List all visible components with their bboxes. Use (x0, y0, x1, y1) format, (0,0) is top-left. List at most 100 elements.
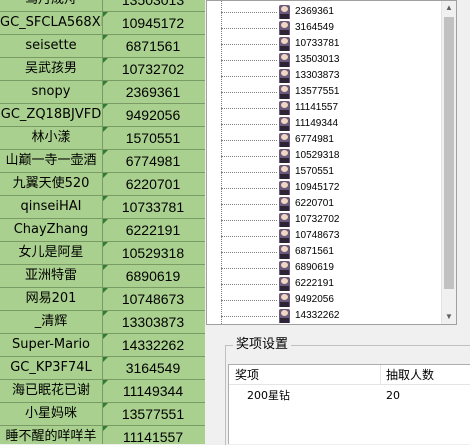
sheet-row[interactable]: 九翼天使520 6220701 (0, 173, 205, 196)
cell-user-id[interactable]: 10945172 (103, 12, 203, 34)
list-item[interactable]: 6871561 (207, 244, 442, 260)
cell-user-id[interactable]: 9492056 (103, 104, 203, 126)
cell-username[interactable]: seisette (0, 35, 103, 57)
list-item[interactable]: 1570551 (207, 164, 442, 180)
list-vertical-scrollbar[interactable]: ▲ ▼ (441, 1, 456, 324)
tree-branch-line (221, 284, 277, 285)
sheet-row[interactable]: GC_KP3F74L 3164549 (0, 357, 205, 380)
cell-username[interactable]: 海已眠花已谢 (0, 380, 103, 402)
list-item[interactable]: 10529318 (207, 148, 442, 164)
list-item[interactable]: 10748673 (207, 228, 442, 244)
list-item[interactable]: 9492056 (207, 292, 442, 308)
sheet-row[interactable]: 网易201 10748673 (0, 288, 205, 311)
sheet-row[interactable]: 海已眠花已谢 11149344 (0, 380, 205, 403)
list-item-id: 6774981 (295, 134, 334, 145)
scroll-down-arrow-icon[interactable]: ▼ (442, 310, 456, 324)
column-header-prize[interactable]: 奖项 (235, 365, 259, 385)
cell-username[interactable]: qinseiHAI (0, 196, 103, 218)
sheet-row[interactable]: snopy 2369361 (0, 81, 205, 104)
prize-table[interactable]: 奖项 抽取人数 200星钻 20 (228, 364, 470, 444)
sheet-row[interactable]: 林小漾 1570551 (0, 127, 205, 150)
sheet-row[interactable]: 小星妈咪 13577551 (0, 403, 205, 426)
cell-username[interactable]: Super-Mario (0, 334, 103, 356)
sheet-row[interactable]: Super-Mario 14332262 (0, 334, 205, 357)
tree-branch-line (221, 236, 277, 237)
person-avatar-icon (279, 309, 290, 323)
list-item[interactable]: 14332262 (207, 308, 442, 324)
cell-user-id[interactable]: 13303873 (103, 311, 203, 333)
cell-user-id[interactable]: 3164549 (103, 357, 203, 379)
sheet-row[interactable]: GC_SFCLA568XN 10945172 (0, 12, 205, 35)
winner-id-list[interactable]: 2369361 3164549 10733781 13503013 13303873 13… (206, 0, 457, 325)
cell-username[interactable]: 睡不醒的咩咩羊 (0, 426, 103, 444)
cell-username[interactable]: GC_KP3F74L (0, 357, 103, 379)
winner-sheet: 驾月成舟13503013GC_SFCLA568XN10945172seisett… (0, 0, 205, 444)
sheet-row[interactable]: 亚洲特雷 6890619 (0, 265, 205, 288)
cell-username[interactable]: 九翼天使520 (0, 173, 103, 195)
cell-user-id[interactable]: 10748673 (103, 288, 203, 310)
cell-user-id[interactable]: 6220701 (103, 173, 203, 195)
cell-comment-marker (103, 426, 108, 431)
cell-username[interactable]: 亚洲特雷 (0, 265, 103, 287)
sheet-row[interactable]: _清辉 13303873 (0, 311, 205, 334)
list-item[interactable]: 11149344 (207, 116, 442, 132)
sheet-row[interactable]: 睡不醒的咩咩羊 11141557 (0, 426, 205, 444)
list-item[interactable]: 6774981 (207, 132, 442, 148)
list-item[interactable]: 13503013 (207, 52, 442, 68)
cell-username[interactable]: snopy (0, 81, 103, 103)
cell-username[interactable]: _清辉 (0, 311, 103, 333)
cell-username[interactable]: 女儿是阿星 (0, 242, 103, 264)
list-item[interactable]: 10945172 (207, 180, 442, 196)
cell-username[interactable]: 小星妈咪 (0, 403, 103, 425)
list-item[interactable]: 10732702 (207, 212, 442, 228)
cell-comment-marker (103, 242, 108, 247)
cell-user-id[interactable]: 6871561 (103, 35, 203, 57)
list-item[interactable]: 2369361 (207, 4, 442, 20)
cell-username[interactable]: 网易201 (0, 288, 103, 310)
tree-branch-line (221, 172, 277, 173)
sheet-row[interactable]: seisette 6871561 (0, 35, 205, 58)
cell-user-id[interactable]: 6222191 (103, 219, 203, 241)
sheet-row[interactable]: 吴武孩男 10732702 (0, 58, 205, 81)
tree-branch-line (221, 28, 277, 29)
sheet-row[interactable]: 女儿是阿星 10529318 (0, 242, 205, 265)
cell-username[interactable]: 林小漾 (0, 127, 103, 149)
list-item[interactable]: 10733781 (207, 36, 442, 52)
cell-username[interactable]: 驾月成舟 (0, 0, 103, 11)
cell-user-id[interactable]: 2369361 (103, 81, 203, 103)
sheet-row[interactable]: 山巅一寺一壶酒 6774981 (0, 150, 205, 173)
cell-username[interactable]: GC_SFCLA568XN (0, 12, 103, 34)
sheet-row[interactable]: qinseiHAI 10733781 (0, 196, 205, 219)
cell-username[interactable]: GC_ZQ18BJVFD (0, 104, 103, 126)
cell-username[interactable]: 吴武孩男 (0, 58, 103, 80)
cell-user-id[interactable]: 14332262 (103, 334, 203, 356)
list-item[interactable]: 3164549 (207, 20, 442, 36)
cell-user-id[interactable]: 1570551 (103, 127, 203, 149)
sheet-row[interactable]: GC_ZQ18BJVFD 9492056 (0, 104, 205, 127)
cell-username[interactable]: ChayZhang (0, 219, 103, 241)
list-item[interactable]: 6222191 (207, 276, 442, 292)
cell-user-id[interactable]: 10732702 (103, 58, 203, 80)
cell-user-id[interactable]: 11141557 (103, 426, 203, 444)
cell-comment-marker (103, 12, 108, 17)
column-divider[interactable] (380, 365, 381, 385)
cell-user-id[interactable]: 13503013 (103, 0, 203, 11)
sheet-row[interactable]: ChayZhang 6222191 (0, 219, 205, 242)
cell-username[interactable]: 山巅一寺一壶酒 (0, 150, 103, 172)
scroll-up-arrow-icon[interactable]: ▲ (442, 1, 456, 15)
cell-user-id[interactable]: 11149344 (103, 380, 203, 402)
sheet-row[interactable]: 驾月成舟13503013 (0, 0, 205, 12)
cell-user-id[interactable]: 13577551 (103, 403, 203, 425)
cell-user-id[interactable]: 10733781 (103, 196, 203, 218)
list-item[interactable]: 6890619 (207, 260, 442, 276)
list-item[interactable]: 13577551 (207, 84, 442, 100)
scroll-thumb[interactable] (444, 17, 454, 289)
column-header-count[interactable]: 抽取人数 (386, 365, 434, 385)
prize-table-header: 奖项 抽取人数 (229, 365, 470, 385)
list-item[interactable]: 13303873 (207, 68, 442, 84)
cell-user-id[interactable]: 6890619 (103, 265, 203, 287)
list-item[interactable]: 11141557 (207, 100, 442, 116)
cell-user-id[interactable]: 6774981 (103, 150, 203, 172)
cell-user-id[interactable]: 10529318 (103, 242, 203, 264)
list-item[interactable]: 6220701 (207, 196, 442, 212)
